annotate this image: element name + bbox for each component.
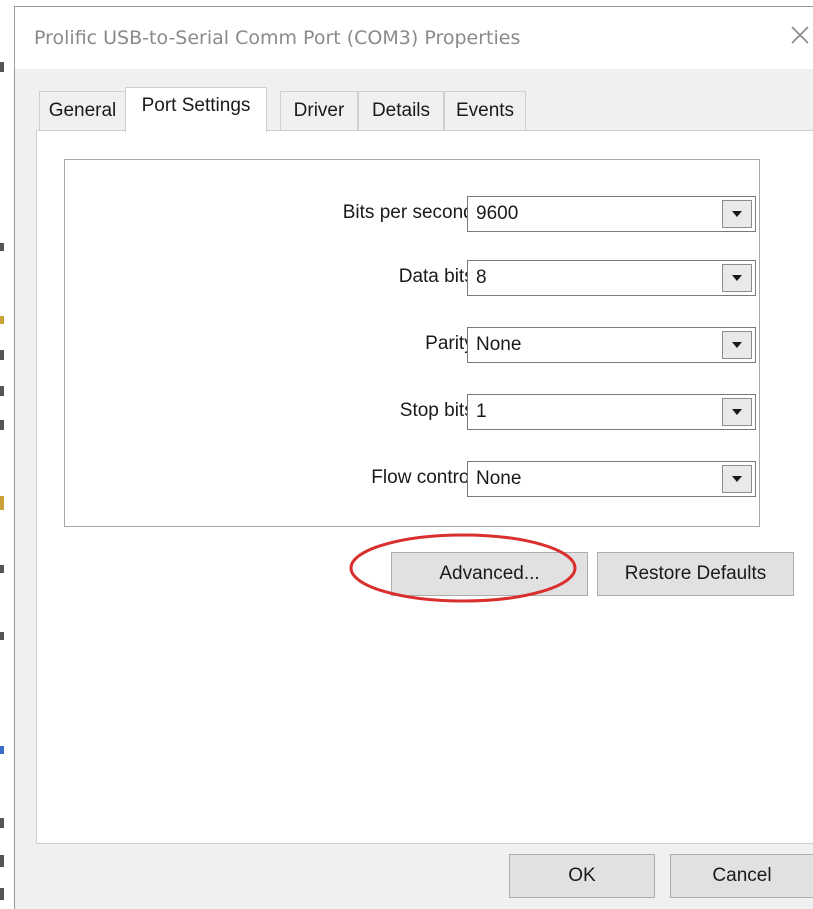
tab-details[interactable]: Details [358, 91, 444, 130]
flow-control-label: Flow control: [371, 467, 479, 488]
cancel-button[interactable]: Cancel [670, 854, 813, 898]
flow-control-dropdown[interactable]: None [467, 461, 756, 497]
background-text-fragment [0, 888, 4, 900]
title-bar[interactable]: Prolific USB-to-Serial Comm Port (COM3) … [15, 7, 813, 69]
tab-driver[interactable]: Driver [280, 91, 358, 130]
background-text-fragment [0, 496, 4, 510]
flow-control-row: Flow control: None [65, 461, 759, 497]
chevron-down-icon[interactable] [722, 465, 752, 493]
settings-group: Bits per second: 9600 Data bits: 8 Parit… [64, 159, 760, 527]
background-text-fragment [0, 746, 4, 754]
bits-per-second-label: Bits per second: [342, 202, 479, 223]
advanced-button[interactable]: Advanced... [391, 552, 588, 596]
chevron-down-icon[interactable] [722, 200, 752, 228]
parity-dropdown[interactable]: None [467, 327, 756, 363]
tab-events[interactable]: Events [444, 91, 526, 130]
data-bits-row: Data bits: 8 [65, 260, 759, 296]
background-text-fragment [0, 565, 4, 573]
stop-bits-row: Stop bits: 1 [65, 394, 759, 430]
parity-value: None [476, 334, 522, 355]
background-text-fragment [0, 420, 4, 430]
stop-bits-value: 1 [476, 401, 487, 422]
port-settings-panel: Bits per second: 9600 Data bits: 8 Parit… [36, 130, 813, 844]
properties-dialog: Prolific USB-to-Serial Comm Port (COM3) … [14, 6, 813, 909]
chevron-down-icon[interactable] [722, 398, 752, 426]
background-text-fragment [0, 818, 4, 828]
dialog-title: Prolific USB-to-Serial Comm Port (COM3) … [34, 27, 521, 49]
ok-button[interactable]: OK [509, 854, 655, 898]
flow-control-value: None [476, 468, 522, 489]
background-text-fragment [0, 316, 4, 324]
data-bits-dropdown[interactable]: 8 [467, 260, 756, 296]
data-bits-value: 8 [476, 267, 487, 288]
background-text-fragment [0, 243, 4, 251]
background-window-edge [0, 0, 12, 908]
close-icon[interactable] [786, 21, 813, 49]
tab-port-settings[interactable]: Port Settings [125, 87, 267, 133]
chevron-down-icon[interactable] [722, 264, 752, 292]
restore-defaults-button[interactable]: Restore Defaults [597, 552, 794, 596]
bits-per-second-row: Bits per second: 9600 [65, 196, 759, 232]
bits-per-second-dropdown[interactable]: 9600 [467, 196, 756, 232]
background-text-fragment [0, 350, 4, 360]
parity-row: Parity: None [65, 327, 759, 363]
chevron-down-icon[interactable] [722, 331, 752, 359]
stop-bits-dropdown[interactable]: 1 [467, 394, 756, 430]
background-text-fragment [0, 855, 4, 867]
bits-per-second-value: 9600 [476, 203, 519, 224]
background-text-fragment [0, 386, 4, 396]
background-text-fragment [0, 632, 4, 640]
tab-general[interactable]: General [39, 91, 126, 130]
background-text-fragment [0, 62, 4, 72]
